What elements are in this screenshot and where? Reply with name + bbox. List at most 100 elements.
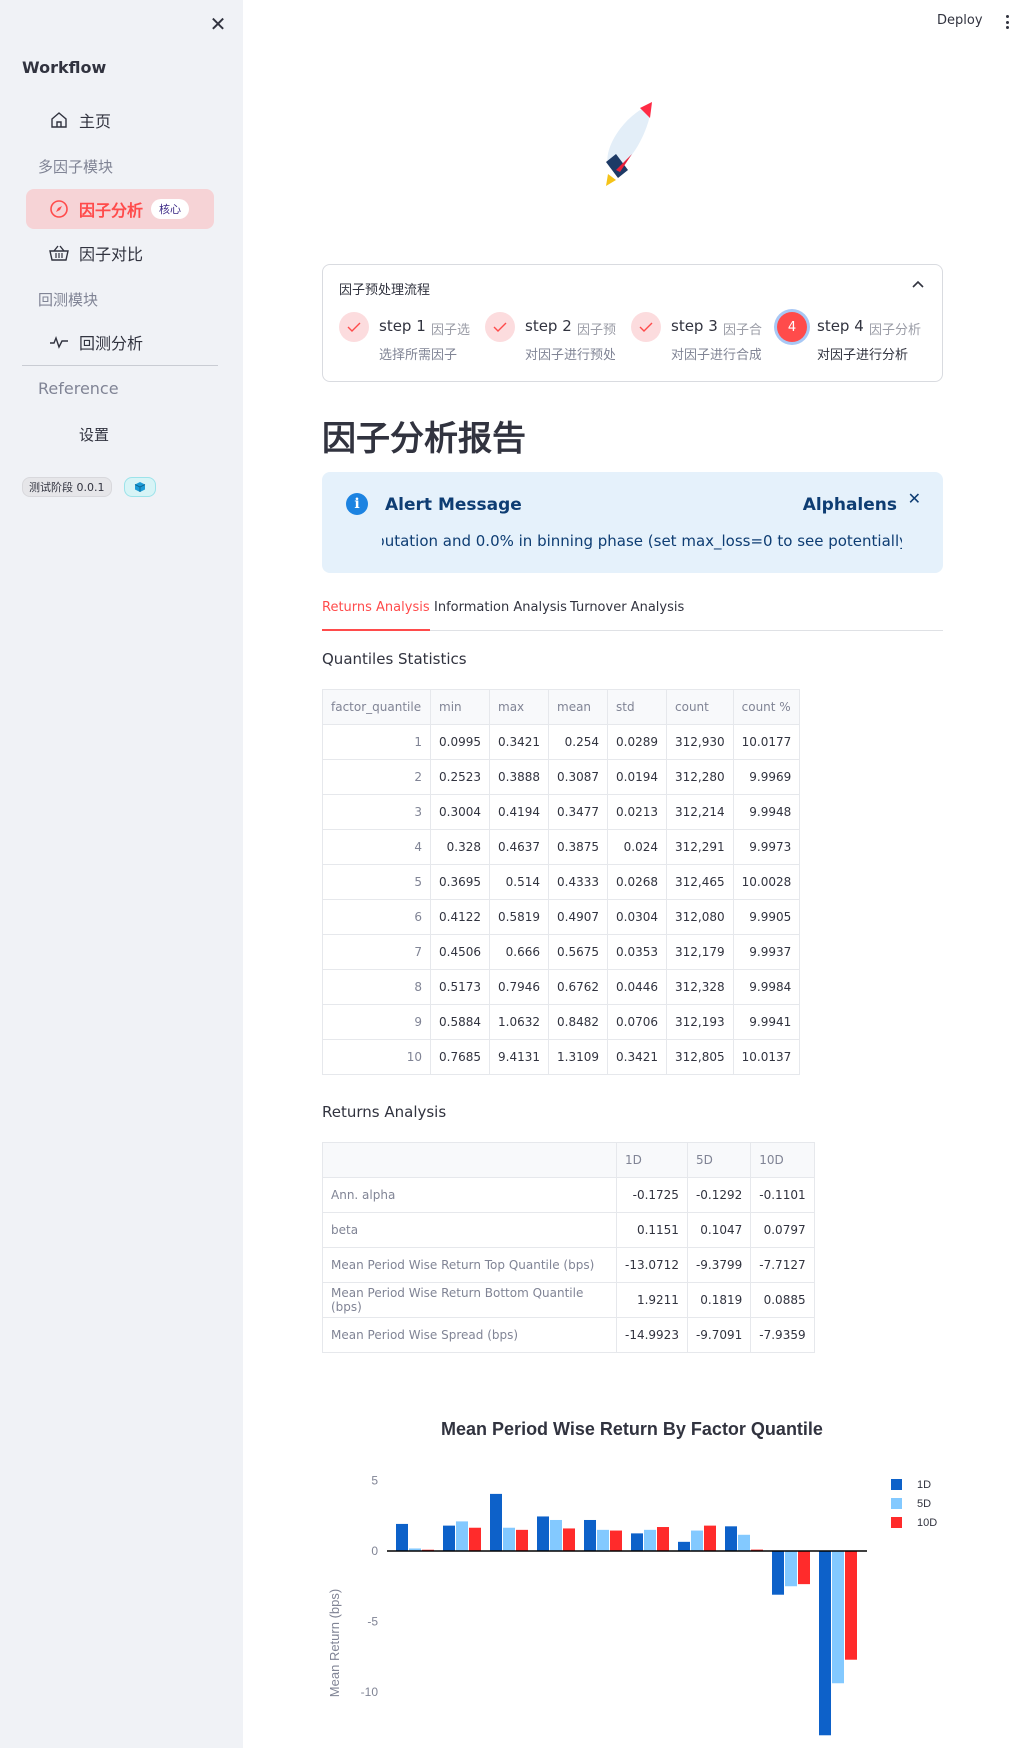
tab-information-analysis[interactable]: Information Analysis [434, 600, 567, 623]
sidebar-divider [22, 365, 218, 366]
legend-swatch [891, 1517, 902, 1528]
close-icon[interactable]: ✕ [908, 489, 921, 508]
step-desc: 对因子进行分析 [817, 348, 909, 363]
row-index-cell: Mean Period Wise Return Top Quantile (bp… [322, 1247, 617, 1283]
sidebar-item-label: 因子对比 [79, 245, 144, 264]
alert-title: Alert Message [385, 495, 522, 515]
step-number-badge: 4 [777, 312, 807, 342]
returns-title: Returns Analysis [322, 1103, 447, 1121]
table-row: 10 0.7685 9.4131 1.3109 0.3421 312,805 10.0137 [322, 1039, 801, 1075]
table-cell: 1.3109 [548, 1039, 608, 1075]
table-cell: -14.9923 [616, 1317, 688, 1353]
sidebar-item-factor-compare[interactable]: 因子对比 [26, 233, 214, 273]
table-cell: 10.0137 [732, 1039, 801, 1075]
chart-bar [644, 1529, 656, 1551]
sidebar-section-backtest: 回测模块 [38, 291, 99, 309]
table-cell: 9.9969 [732, 759, 801, 795]
deploy-button[interactable]: Deploy [937, 13, 983, 28]
table-cell: 0.3477 [548, 794, 608, 830]
legend-label: 10D [917, 1517, 937, 1529]
home-icon [49, 110, 69, 130]
chart-bar [738, 1534, 750, 1551]
version-badge: 测试阶段 0.0.1 [22, 477, 112, 497]
table-cell: -7.9359 [750, 1317, 815, 1353]
column-header[interactable]: 5D [686, 1142, 752, 1178]
chart-bar [772, 1551, 784, 1595]
column-header[interactable]: max [489, 689, 549, 725]
sidebar-reference: Reference [38, 379, 119, 398]
y-tick-label: 0 [371, 1544, 378, 1558]
compass-icon [49, 199, 69, 219]
column-header[interactable]: count % [732, 689, 801, 725]
table-cell: 312,179 [666, 934, 734, 970]
table-cell: 9.9937 [732, 934, 801, 970]
table-row: 6 0.4122 0.5819 0.4907 0.0304 312,080 9.9905 [322, 899, 801, 935]
tab-bar: Returns Analysis Information Analysis Tu… [322, 600, 943, 631]
step-name: step 1 [379, 317, 426, 335]
chart-bar [584, 1519, 596, 1551]
step-sub: 因子分析 [869, 323, 922, 338]
chart-bar [725, 1526, 737, 1551]
row-index-cell: Ann. alpha [322, 1177, 617, 1213]
column-header[interactable]: min [430, 689, 490, 725]
table-cell: 0.0213 [607, 794, 667, 830]
page-title: 因子分析报告 [322, 419, 526, 459]
sidebar-item-settings[interactable]: 设置 [79, 424, 109, 445]
table-cell: 9.9948 [732, 794, 801, 830]
basket-icon [49, 243, 69, 263]
table-cell: -9.7091 [686, 1317, 752, 1353]
close-icon[interactable]: ✕ [208, 14, 228, 34]
column-header[interactable] [322, 1142, 617, 1178]
column-header[interactable]: std [607, 689, 667, 725]
returns-table: 1D 5D 10D Ann. alpha -0.1725 -0.1292 -0.1101 b… [322, 1142, 815, 1353]
table-cell: 0.3087 [548, 759, 608, 795]
check-icon [339, 312, 369, 342]
table-cell: 0.328 [430, 829, 490, 865]
check-icon [485, 312, 515, 342]
row-index-cell: Mean Period Wise Return Bottom Quantile … [322, 1282, 617, 1318]
chart-bar [832, 1551, 844, 1684]
table-cell: 0.0995 [430, 724, 490, 760]
alert-box: i Alert Message Alphalens ✕ computation … [322, 472, 943, 573]
chart-bar [537, 1516, 549, 1551]
rocket-icon [580, 96, 680, 196]
column-header[interactable]: 1D [616, 1142, 688, 1178]
chart-bar [657, 1527, 669, 1551]
column-header[interactable]: mean [548, 689, 608, 725]
column-header[interactable]: count [666, 689, 734, 725]
column-header[interactable]: 10D [750, 1142, 815, 1178]
chart-bar [443, 1525, 455, 1551]
table-cell: 0.4907 [548, 899, 608, 935]
main-menu-icon[interactable] [1000, 12, 1014, 32]
step-sub: 因子预 [577, 323, 617, 338]
tab-returns-analysis[interactable]: Returns Analysis [322, 600, 430, 631]
row-index-cell: 4 [322, 829, 431, 865]
row-index-cell: 1 [322, 724, 431, 760]
column-header[interactable]: factor_quantile [322, 689, 431, 725]
sidebar-section-multifactor: 多因子模块 [38, 158, 114, 176]
row-index-cell: 8 [322, 969, 431, 1005]
info-icon: i [346, 493, 368, 515]
table-cell: 0.0194 [607, 759, 667, 795]
expander-title: 因子预处理流程 [339, 283, 431, 298]
table-cell: 0.0885 [750, 1282, 815, 1318]
sidebar-item-factor-analysis[interactable]: 因子分析 核心 [26, 189, 214, 229]
chart-bar [631, 1533, 643, 1551]
table-row: 5 0.3695 0.514 0.4333 0.0268 312,465 10.0028 [322, 864, 801, 900]
chevron-up-icon[interactable] [910, 277, 926, 293]
table-cell: 312,328 [666, 969, 734, 1005]
row-index-cell: 3 [322, 794, 431, 830]
table-cell: 312,214 [666, 794, 734, 830]
row-index-cell: 9 [322, 1004, 431, 1040]
sidebar-item-home[interactable]: 主页 [26, 100, 214, 140]
chart-marks: 5 0 -5 -10 1D 5D 10D [361, 1474, 937, 1736]
legend-label: 5D [917, 1498, 931, 1510]
table-cell: 0.024 [607, 829, 667, 865]
chart-bar [456, 1521, 468, 1551]
tab-turnover-analysis[interactable]: Turnover Analysis [570, 600, 684, 623]
step-desc: 对因子进行预处 [525, 348, 615, 363]
table-row: 8 0.5173 0.7946 0.6762 0.0446 312,328 9.9984 [322, 969, 801, 1005]
table-cell: 0.0706 [607, 1004, 667, 1040]
table-cell: 0.3421 [607, 1039, 667, 1075]
sidebar-item-backtest[interactable]: 回测分析 [26, 322, 214, 362]
